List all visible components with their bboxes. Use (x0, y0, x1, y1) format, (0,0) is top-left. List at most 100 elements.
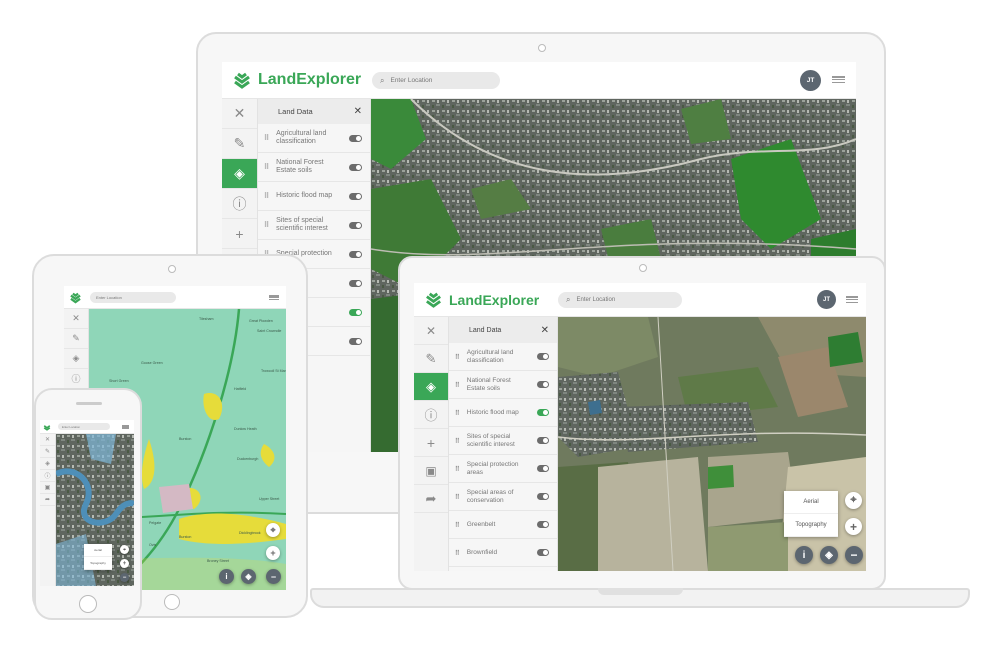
layer-toggle[interactable] (537, 437, 549, 444)
drag-handle-icon[interactable]: ⠿ (455, 381, 460, 389)
crosshair-icon[interactable]: ⌖ (845, 492, 862, 509)
share-icon[interactable]: ➦ (40, 494, 55, 506)
phone-home-button[interactable] (79, 595, 97, 613)
zoom-out-button[interactable]: − (120, 573, 129, 582)
map-place-label: Upper Street (259, 497, 280, 501)
layer-row[interactable]: ⠿ Agricultural land classification (258, 124, 370, 153)
layer-toggle[interactable] (537, 521, 549, 528)
desktop-topbar: LandExplorer ⌕ Enter Location JT (222, 62, 856, 99)
layer-toggle[interactable] (349, 308, 362, 316)
layer-toggle[interactable] (349, 250, 362, 258)
phone-search-input[interactable]: Enter Location (58, 423, 110, 430)
layer-row[interactable]: ⠿ Brownfield (449, 539, 557, 567)
layers-icon[interactable]: ◈ (241, 569, 256, 584)
info-icon[interactable]: ⓘ (222, 189, 257, 219)
crosshair-icon[interactable]: ⌖ (266, 523, 280, 537)
layer-row[interactable]: ⠿ Greenbelt (449, 511, 557, 539)
layer-toggle[interactable] (537, 549, 549, 556)
zoom-out-button[interactable]: − (845, 546, 863, 564)
info-icon[interactable]: ⓘ (40, 470, 55, 482)
layer-toggle[interactable] (349, 192, 362, 200)
basemap-option-aerial[interactable]: Aerial (84, 544, 112, 557)
tablet-home-button[interactable] (164, 594, 180, 610)
layer-row[interactable]: ⠿ National Forest Estate soils (449, 371, 557, 399)
drag-handle-icon[interactable]: ⠿ (264, 134, 269, 142)
basemap-option-topography[interactable]: Topography (84, 557, 112, 570)
close-icon[interactable]: ✕ (64, 309, 88, 329)
pencil-icon[interactable]: ✎ (64, 329, 88, 349)
plus-icon[interactable]: + (414, 429, 448, 457)
layer-row[interactable]: ⠿ National Forest Estate soils (258, 153, 370, 182)
share-icon[interactable]: ➦ (414, 485, 448, 513)
layers-icon[interactable]: ◈ (64, 349, 88, 369)
layer-toggle[interactable] (537, 493, 549, 500)
info-button[interactable]: i (795, 546, 813, 564)
layer-row[interactable]: ⠿ Sites of special scientific interest (449, 427, 557, 455)
save-icon[interactable]: ▣ (414, 457, 448, 485)
layer-toggle[interactable] (349, 221, 362, 229)
laptop-search-input[interactable]: ⌕ Enter Location (558, 292, 682, 308)
crosshair-icon[interactable]: ⌖ (120, 545, 129, 554)
desktop-menu-icon[interactable] (832, 76, 845, 83)
close-icon[interactable]: ✕ (414, 317, 448, 345)
layer-row[interactable]: ⠿ Agricultural land classification (449, 343, 557, 371)
map-place-label: Hatfield (234, 387, 247, 391)
layer-toggle[interactable] (537, 381, 549, 388)
laptop-avatar[interactable]: JT (817, 290, 836, 309)
pencil-icon[interactable]: ✎ (222, 129, 257, 159)
layer-row[interactable]: ⠿ Special areas of conservation (449, 483, 557, 511)
drag-handle-icon[interactable]: ⠿ (455, 549, 460, 557)
drag-handle-icon[interactable]: ⠿ (264, 221, 269, 229)
drag-handle-icon[interactable]: ⠿ (455, 409, 460, 417)
layers-icon[interactable]: ◈ (222, 159, 257, 189)
drag-handle-icon[interactable]: ⠿ (264, 163, 269, 171)
layers-icon[interactable]: ◈ (40, 458, 55, 470)
basemap-option-aerial[interactable]: Aerial (784, 491, 838, 514)
layer-toggle[interactable] (349, 279, 362, 287)
drag-handle-icon[interactable]: ⠿ (455, 353, 460, 361)
close-icon[interactable]: ✕ (354, 106, 370, 117)
layer-toggle[interactable] (349, 134, 362, 142)
drag-handle-icon[interactable]: ⠿ (455, 465, 460, 473)
pencil-icon[interactable]: ✎ (414, 345, 448, 373)
phone-menu-icon[interactable] (122, 425, 129, 429)
desktop-search-input[interactable]: ⌕ Enter Location (372, 72, 500, 89)
zoom-in-button[interactable]: + (120, 559, 129, 568)
layer-row[interactable]: ⠿ Historic flood map (449, 399, 557, 427)
info-icon[interactable]: ⓘ (64, 369, 88, 389)
close-icon[interactable]: ✕ (541, 325, 557, 336)
layers-icon[interactable]: ◈ (414, 373, 448, 401)
info-button[interactable]: i (219, 569, 234, 584)
basemap-option-topography[interactable]: Topography (784, 514, 838, 537)
layer-row[interactable]: ⠿ Special protection areas (449, 455, 557, 483)
save-icon[interactable]: ▣ (40, 482, 55, 494)
layer-toggle[interactable] (349, 163, 362, 171)
tablet-search-input[interactable]: Enter Location (90, 292, 176, 303)
layer-row[interactable]: ⠿ Sites of special scientific interest (258, 211, 370, 240)
plus-icon[interactable]: + (222, 219, 257, 249)
tablet-menu-icon[interactable] (269, 295, 279, 300)
layer-toggle[interactable] (537, 353, 549, 360)
info-icon[interactable]: ⓘ (414, 401, 448, 429)
tablet-camera (168, 265, 176, 273)
drag-handle-icon[interactable]: ⠿ (455, 493, 460, 501)
layer-toggle[interactable] (537, 409, 549, 416)
desktop-avatar[interactable]: JT (800, 70, 821, 91)
laptop-menu-icon[interactable] (846, 296, 858, 303)
layer-toggle[interactable] (537, 465, 549, 472)
phone-map-aerial[interactable]: Aerial Topography ⌖ + − (56, 434, 134, 586)
pencil-icon[interactable]: ✎ (40, 446, 55, 458)
layer-toggle[interactable] (349, 337, 362, 345)
layer-row[interactable]: ⠿ Historic flood map (258, 182, 370, 211)
close-icon[interactable]: ✕ (222, 99, 257, 129)
zoom-out-button[interactable]: − (266, 569, 281, 584)
laptop-map-aerial[interactable]: Aerial Topography ⌖ + i ◈ − (558, 317, 866, 571)
close-icon[interactable]: ✕ (40, 434, 55, 446)
drag-handle-icon[interactable]: ⠿ (455, 437, 460, 445)
laptop-topbar: LandExplorer ⌕ Enter Location JT (414, 283, 866, 317)
zoom-in-button[interactable]: + (266, 546, 280, 560)
zoom-in-button[interactable]: + (845, 518, 862, 535)
drag-handle-icon[interactable]: ⠿ (264, 192, 269, 200)
layers-icon[interactable]: ◈ (820, 546, 838, 564)
drag-handle-icon[interactable]: ⠿ (455, 521, 460, 529)
